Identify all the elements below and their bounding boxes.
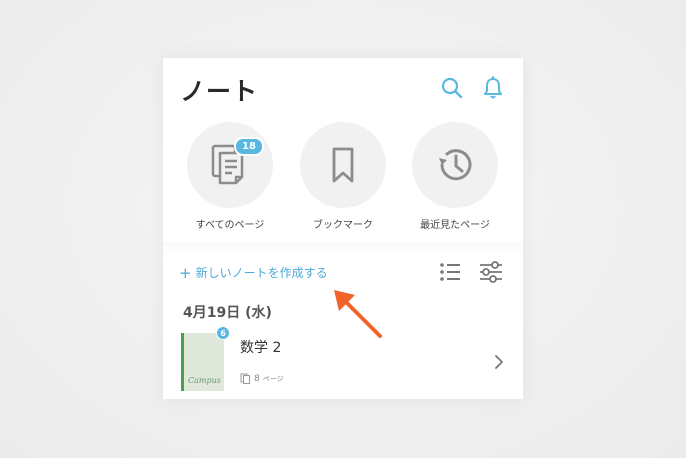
create-note-button[interactable]: + 新しいノートを作成する <box>179 264 328 281</box>
notebook-cover: Campus <box>181 333 224 391</box>
shortcut-circle: 18 <box>187 122 273 208</box>
shortcut-circle <box>412 122 498 208</box>
page-count-value: 8 <box>254 373 260 384</box>
note-title: 数学 2 <box>240 340 282 356</box>
pages-icon <box>240 373 250 384</box>
shortcut-recent-pages[interactable]: 最近見たページ <box>411 122 499 231</box>
app-stage: ノート 18 すべてのページ ブックマーク 最近見たページ + 新しいノートを作… <box>0 0 686 458</box>
plus-icon: + <box>179 263 192 282</box>
list-view-icon[interactable] <box>439 262 461 286</box>
page-title: ノート <box>180 77 259 106</box>
note-count-badge: 6 <box>216 326 230 340</box>
page-count-unit: ページ <box>262 374 284 383</box>
shortcut-bookmarks[interactable]: ブックマーク <box>299 122 387 231</box>
shortcut-label: すべてのページ <box>195 220 265 231</box>
bell-icon[interactable] <box>481 76 505 100</box>
annotation-arrow-icon <box>334 290 382 338</box>
section-date-heading: 4月19日 (水) <box>183 305 272 321</box>
notebook-cover-label: Campus <box>188 376 221 385</box>
shortcut-all-pages[interactable]: 18 すべてのページ <box>186 122 274 231</box>
create-note-label: 新しいノートを作成する <box>195 266 328 280</box>
notes-panel: ノート 18 すべてのページ ブックマーク 最近見たページ + 新しいノートを作… <box>163 58 523 399</box>
filter-settings-icon[interactable] <box>479 261 503 287</box>
chevron-right-icon <box>494 354 504 373</box>
page-count: 8 ページ <box>240 373 284 384</box>
section-divider <box>163 242 523 258</box>
history-icon <box>439 149 472 181</box>
shortcut-circle <box>300 122 386 208</box>
all-pages-count-badge: 18 <box>234 137 264 156</box>
bookmark-icon <box>332 147 354 183</box>
search-icon[interactable] <box>440 76 464 100</box>
shortcut-label: 最近見たページ <box>420 220 490 231</box>
shortcut-label: ブックマーク <box>313 220 373 231</box>
